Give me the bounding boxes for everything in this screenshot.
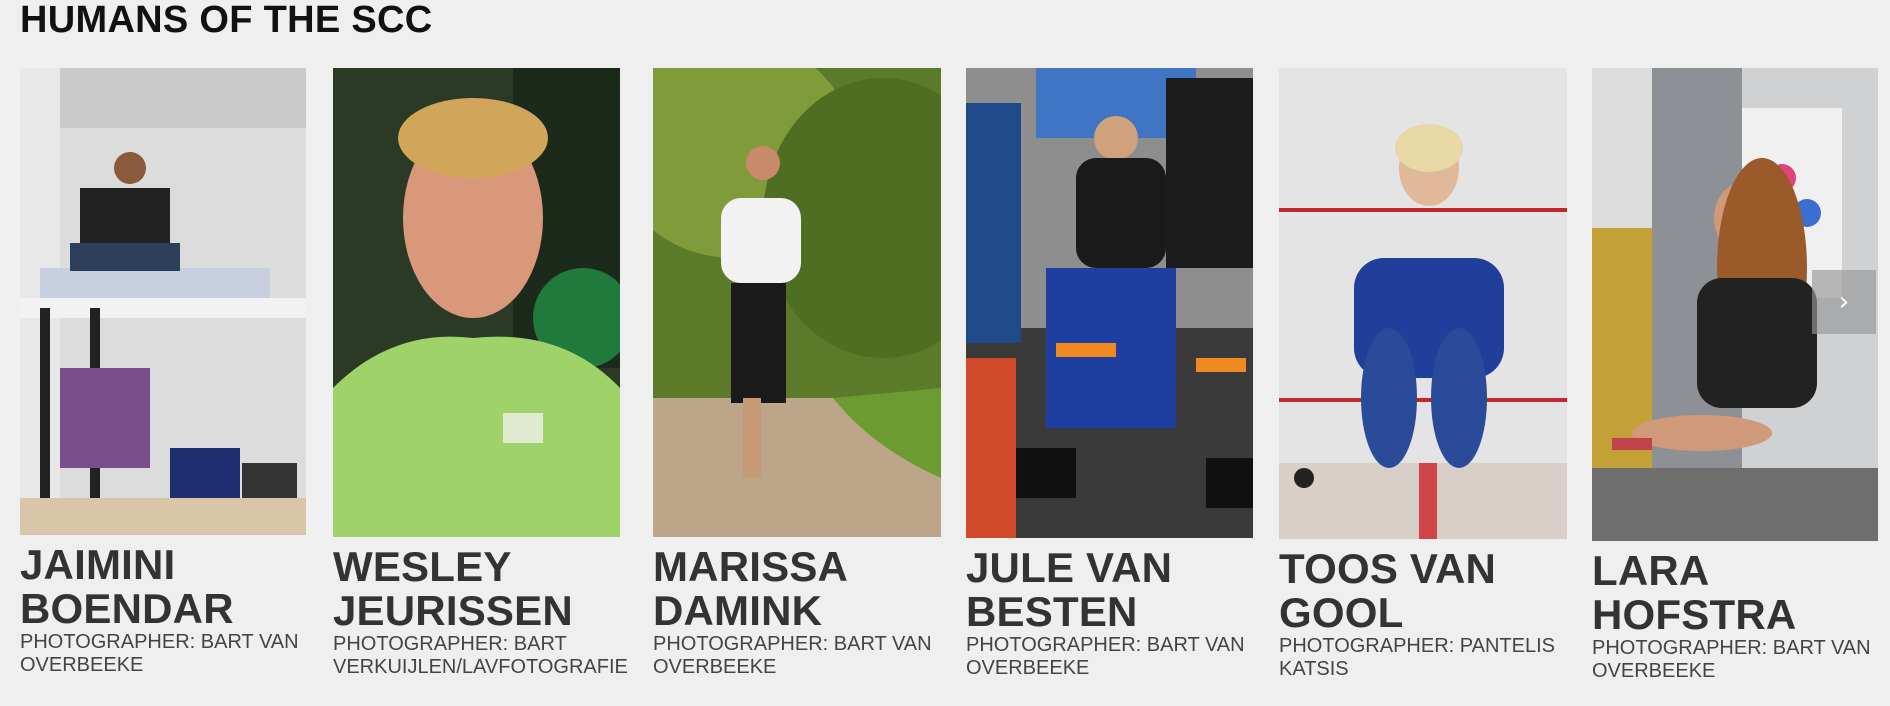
profile-card[interactable]: TOOS VAN GOOL PHOTOGRAPHER: PANTELIS KATSI… xyxy=(1279,68,1579,681)
credit-line: VERKUIJLEN/LAVFOTOGRAFIE xyxy=(333,656,628,678)
profile-photo[interactable] xyxy=(20,68,306,535)
credit-line: OVERBEEKE xyxy=(20,654,144,676)
credit-line: PHOTOGRAPHER: BART VAN xyxy=(966,634,1245,656)
photographer-credit: PHOTOGRAPHER: BART VAN OVERBEEKE xyxy=(653,633,953,679)
credit-line: OVERBEEKE xyxy=(966,657,1090,679)
credit-line: PHOTOGRAPHER: BART VAN xyxy=(20,631,299,653)
credit-line: PHOTOGRAPHER: BART xyxy=(333,633,567,655)
profile-photo[interactable] xyxy=(1279,68,1567,539)
name-line: WESLEY xyxy=(333,543,512,590)
credit-line: OVERBEEKE xyxy=(1592,660,1716,682)
profile-photo[interactable] xyxy=(966,68,1253,538)
photographer-credit: PHOTOGRAPHER: BART VAN OVERBEEKE xyxy=(966,634,1266,680)
section-title: HUMANS OF THE SCC xyxy=(20,0,433,41)
profile-name[interactable]: LARA HOFSTRA xyxy=(1592,549,1882,637)
name-line: TOOS VAN xyxy=(1279,545,1497,592)
name-line: DAMINK xyxy=(653,587,823,634)
carousel-next-button[interactable]: › xyxy=(1812,270,1876,334)
name-line: LARA xyxy=(1592,547,1710,594)
name-line: GOOL xyxy=(1279,589,1404,636)
photographer-credit: PHOTOGRAPHER: BART VAN OVERBEEKE xyxy=(1592,637,1882,683)
profile-name[interactable]: JULE VAN BESTEN xyxy=(966,546,1266,634)
profile-name[interactable]: WESLEY JEURISSEN xyxy=(333,545,633,633)
profile-card[interactable]: JULE VAN BESTEN PHOTOGRAPHER: BART VAN OVE… xyxy=(966,68,1266,680)
name-line: JAIMINI xyxy=(20,541,176,588)
credit-line: PHOTOGRAPHER: BART VAN xyxy=(653,633,932,655)
credit-line: KATSIS xyxy=(1279,658,1349,680)
photographer-credit: PHOTOGRAPHER: PANTELIS KATSIS xyxy=(1279,635,1579,681)
profile-card[interactable]: LARA HOFSTRA PHOTOGRAPHER: BART VAN OVERBE… xyxy=(1592,68,1882,683)
credit-line: PHOTOGRAPHER: PANTELIS xyxy=(1279,635,1555,657)
profile-card[interactable]: WESLEY JEURISSEN PHOTOGRAPHER: BART VERKUI… xyxy=(333,68,633,679)
name-line: HOFSTRA xyxy=(1592,591,1797,638)
name-line: MARISSA xyxy=(653,543,849,590)
name-line: JULE VAN xyxy=(966,544,1173,591)
credit-line: OVERBEEKE xyxy=(653,656,777,678)
profile-photo[interactable] xyxy=(333,68,620,537)
chevron-right-icon: › xyxy=(1838,287,1850,317)
name-line: BOENDAR xyxy=(20,585,234,632)
photographer-credit: PHOTOGRAPHER: BART VAN OVERBEEKE xyxy=(20,631,320,677)
profile-name[interactable]: MARISSA DAMINK xyxy=(653,545,953,633)
name-line: BESTEN xyxy=(966,588,1138,635)
profile-card[interactable]: MARISSA DAMINK PHOTOGRAPHER: BART VAN OVER… xyxy=(653,68,953,679)
photographer-credit: PHOTOGRAPHER: BART VERKUIJLEN/LAVFOTOGRAF… xyxy=(333,633,633,679)
profile-card[interactable]: JAIMINI BOENDAR PHOTOGRAPHER: BART VAN OVE… xyxy=(20,68,320,677)
profile-photo[interactable] xyxy=(653,68,941,537)
profile-name[interactable]: TOOS VAN GOOL xyxy=(1279,547,1579,635)
name-line: JEURISSEN xyxy=(333,587,573,634)
profile-name[interactable]: JAIMINI BOENDAR xyxy=(20,543,320,631)
credit-line: PHOTOGRAPHER: BART VAN xyxy=(1592,637,1871,659)
